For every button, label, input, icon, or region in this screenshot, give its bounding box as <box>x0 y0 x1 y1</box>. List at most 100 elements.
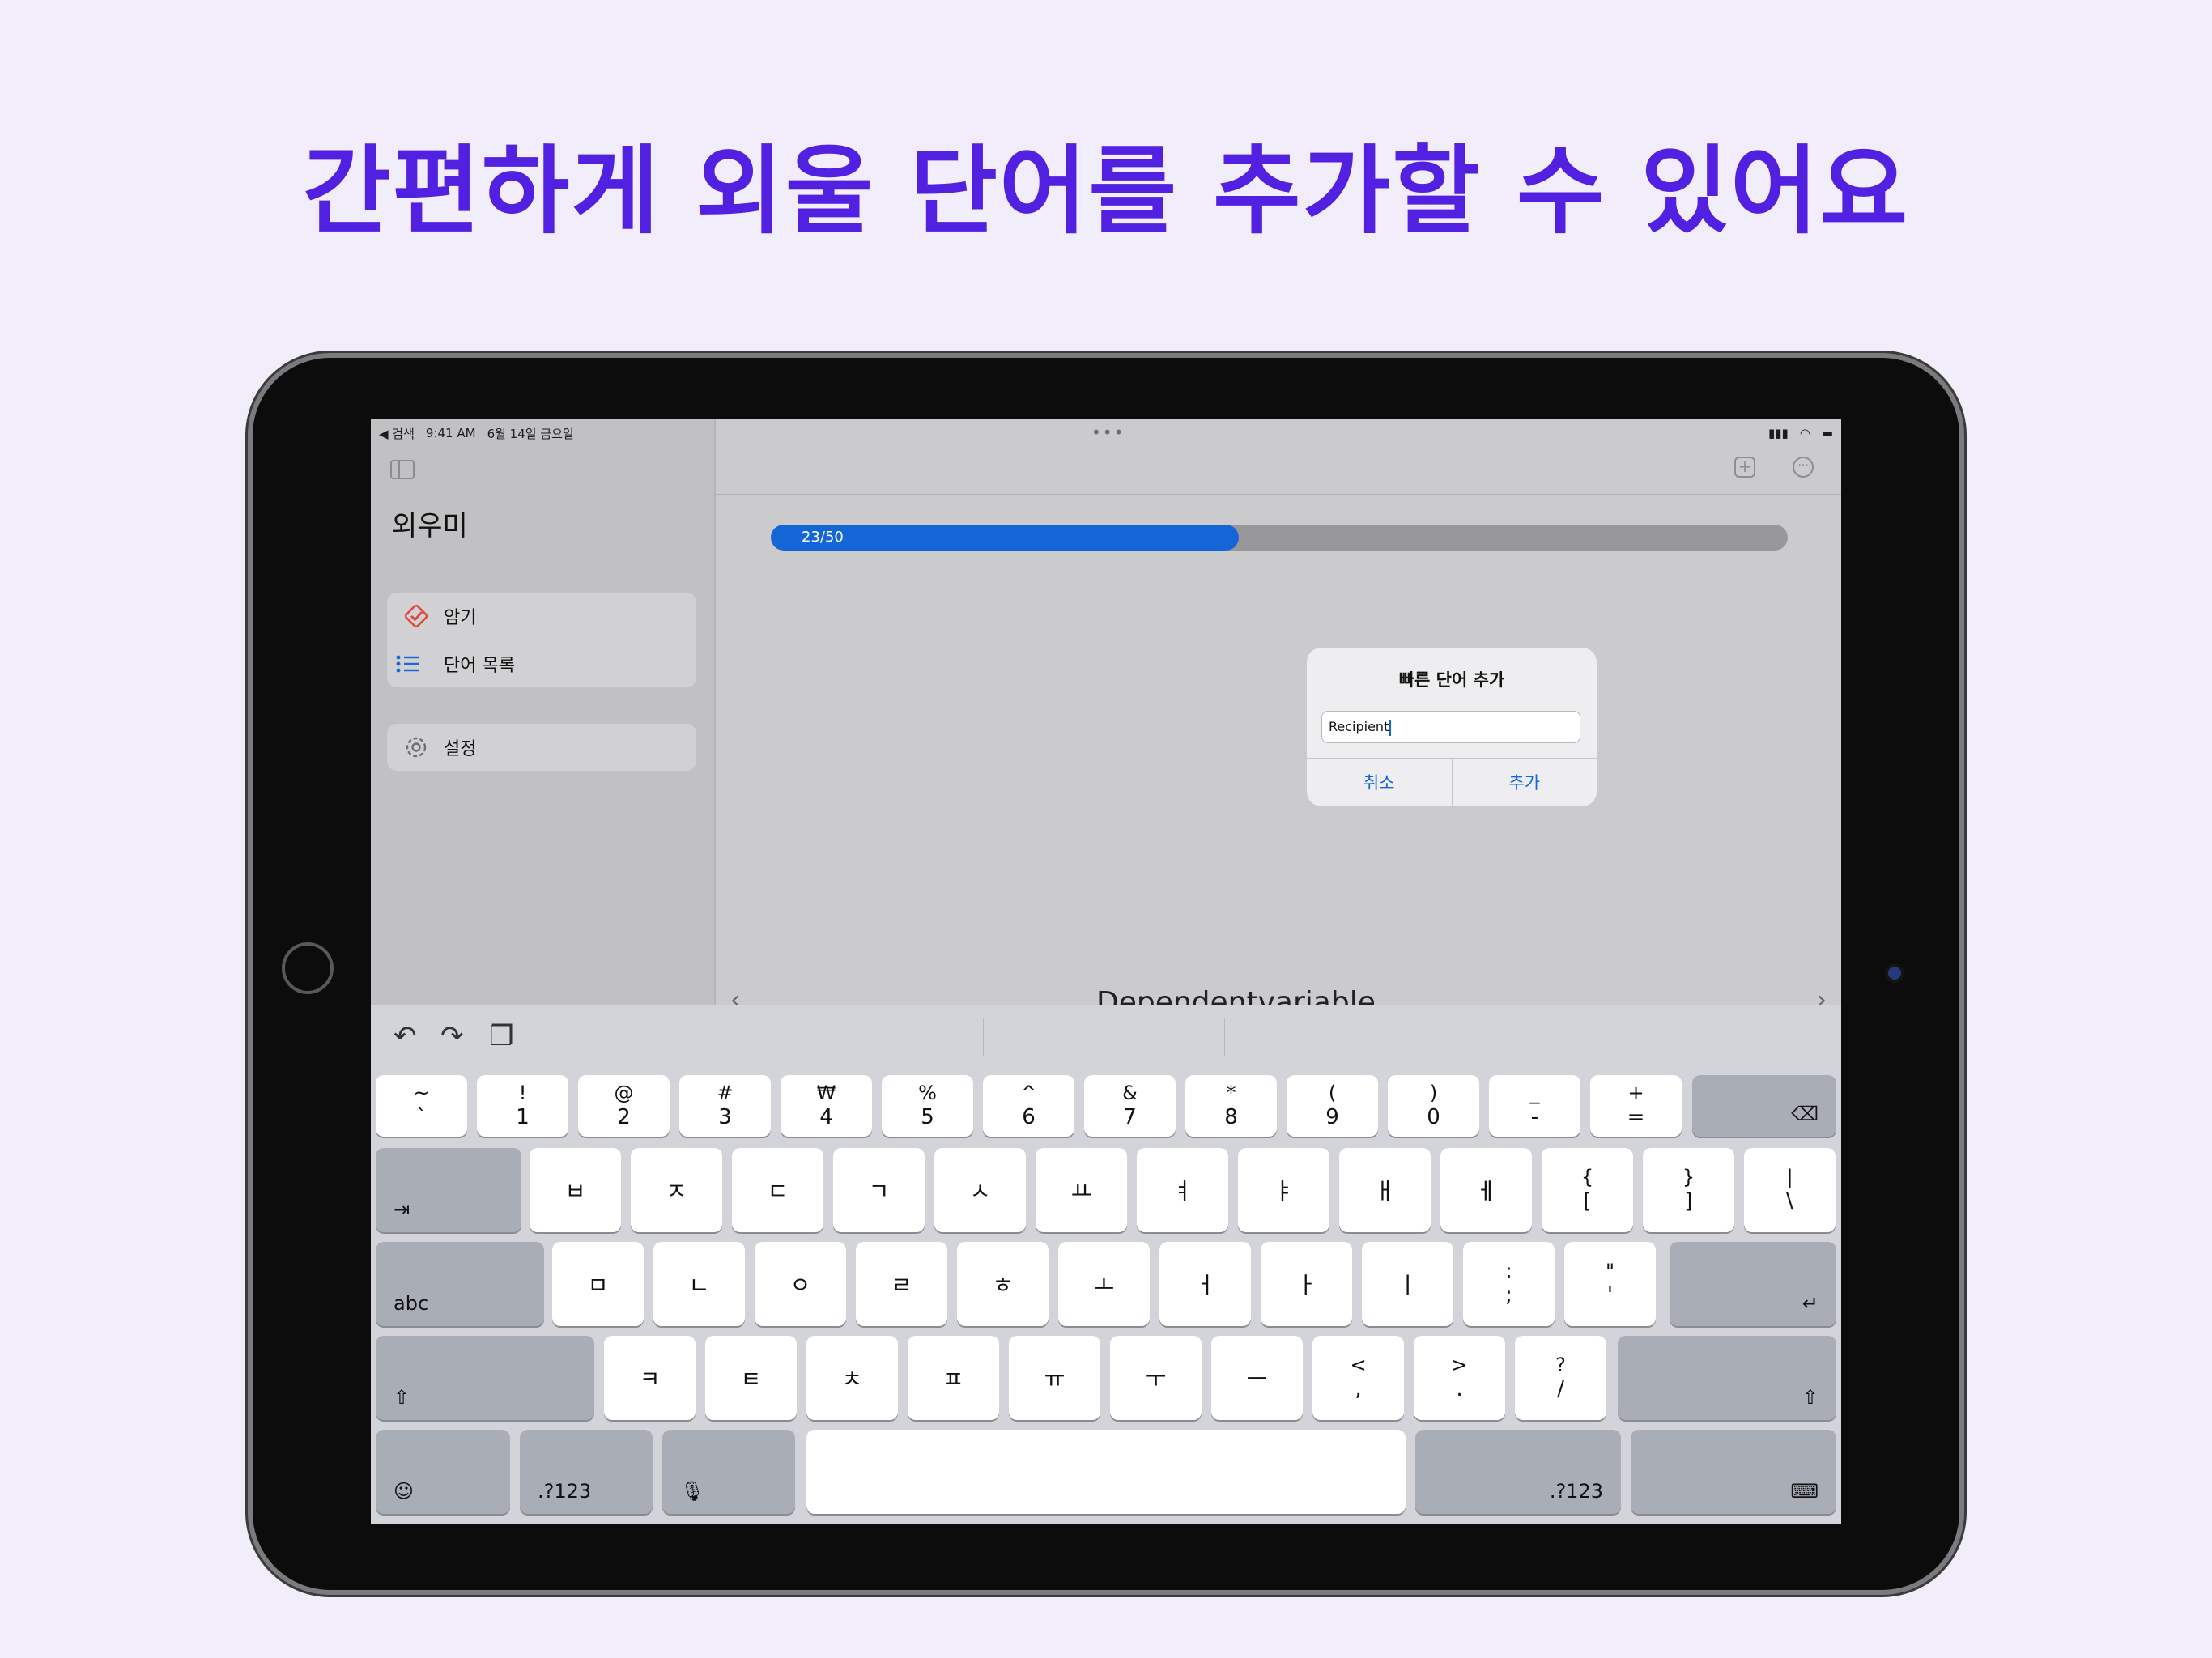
back-to-app-link[interactable]: ◀ 검색 <box>379 425 415 442</box>
key[interactable]: ㅏ <box>1261 1242 1352 1326</box>
key[interactable]: ㅅ <box>934 1148 1026 1232</box>
key[interactable]: * 8 <box>1185 1075 1277 1137</box>
key[interactable]: ㅌ <box>705 1336 797 1420</box>
key[interactable]: ㅗ <box>1058 1242 1150 1326</box>
suggestion-divider <box>1224 1018 1225 1056</box>
sidebar-item-settings[interactable]: 설정 <box>387 724 696 771</box>
sidebar-item-memorize[interactable]: 암기 <box>387 593 696 640</box>
multitasking-dots[interactable]: ••• <box>1091 423 1125 442</box>
key-label: ㅜ <box>1145 1366 1167 1392</box>
key-label: ㅠ <box>1044 1366 1066 1392</box>
tab-key[interactable]: ⇥ <box>376 1148 521 1232</box>
key[interactable]: ㅂ <box>530 1148 621 1232</box>
key[interactable]: ₩4 <box>781 1075 872 1137</box>
key-shift-char: } <box>1682 1166 1695 1188</box>
key[interactable]: ㄷ <box>732 1148 823 1232</box>
signal-icon: ▮▮▮ <box>1767 426 1789 440</box>
sidebar-item-word-list[interactable]: 단어 목록 <box>396 640 696 687</box>
key-label: ㅓ <box>1194 1272 1216 1299</box>
nav-divider <box>716 494 1841 495</box>
key[interactable]: ㅡ <box>1211 1336 1303 1420</box>
numbers-key-right[interactable]: .?123 <box>1415 1430 1621 1514</box>
key[interactable]: ㅛ <box>1036 1148 1127 1232</box>
shift-icon: ⇧ <box>393 1386 410 1409</box>
paste-icon[interactable]: ❐ <box>489 1020 513 1052</box>
key-label: ㅣ <box>1397 1272 1419 1299</box>
key[interactable]: @2 <box>578 1075 670 1137</box>
key[interactable]: ㅕ <box>1137 1148 1228 1232</box>
key[interactable]: % 5 <box>882 1075 973 1137</box>
progress-fill: 23/50 <box>771 525 1239 551</box>
dialog-title: 빠른 단어 추가 <box>1398 670 1505 690</box>
key-label: ㅔ <box>1475 1178 1497 1205</box>
add-button[interactable]: 추가 <box>1451 759 1597 806</box>
add-icon[interactable]: + <box>1734 457 1755 478</box>
undo-icon[interactable]: ↶ <box>393 1020 417 1052</box>
key-char: \ <box>1786 1189 1793 1214</box>
key[interactable]: ㅔ <box>1440 1148 1532 1232</box>
key[interactable]: ) 0 <box>1388 1075 1479 1137</box>
key-shift-char: ? <box>1555 1354 1566 1376</box>
key-char: 8 <box>1224 1105 1238 1129</box>
key[interactable]: #3 <box>679 1075 771 1137</box>
key[interactable]: ㅁ <box>552 1242 644 1326</box>
key[interactable]: (9 <box>1287 1075 1378 1137</box>
key[interactable]: ㅍ <box>908 1336 999 1420</box>
key[interactable]: ㅠ <box>1009 1336 1100 1420</box>
numbers-key-left[interactable]: .?123 <box>520 1430 653 1514</box>
key[interactable]: >. <box>1414 1336 1505 1420</box>
redo-icon[interactable]: ↷ <box>440 1020 464 1052</box>
key[interactable]: }] <box>1643 1148 1734 1232</box>
key[interactable]: ㅓ <box>1159 1242 1251 1326</box>
sidebar-toggle-icon[interactable] <box>390 460 415 479</box>
key[interactable]: ㅋ <box>604 1336 696 1420</box>
keyboard-hide-icon: ⌨ <box>1790 1480 1819 1503</box>
key-shift-char: { <box>1580 1166 1594 1188</box>
sidebar-settings-group: 설정 <box>387 724 696 771</box>
key[interactable]: + = <box>1590 1075 1682 1137</box>
key[interactable]: " ' <box>1564 1242 1656 1326</box>
abc-key[interactable]: abc <box>376 1242 544 1326</box>
key[interactable]: <, <box>1312 1336 1404 1420</box>
key[interactable]: ! 1 <box>477 1075 568 1137</box>
more-icon[interactable]: ··· <box>1793 457 1814 478</box>
key[interactable]: ㅎ <box>957 1242 1049 1326</box>
space-bar[interactable] <box>806 1430 1406 1514</box>
key[interactable]: ㅜ <box>1110 1336 1202 1420</box>
key[interactable]: ~ ` <box>376 1075 467 1137</box>
emoji-key[interactable]: ☺ <box>376 1430 510 1514</box>
key[interactable]: ㅑ <box>1238 1148 1329 1232</box>
key[interactable]: :; <box>1463 1242 1555 1326</box>
key-shift-char: % <box>918 1082 937 1104</box>
cancel-button[interactable]: 취소 <box>1307 759 1452 806</box>
key[interactable]: ㄱ <box>833 1148 925 1232</box>
sidebar-item-label: 단어 목록 <box>444 656 515 676</box>
battery-icon: ▬ <box>1821 426 1833 440</box>
key[interactable]: ㅐ <box>1339 1148 1431 1232</box>
key-char: 6 <box>1022 1105 1036 1129</box>
shift-key-right[interactable]: ⇧ <box>1618 1336 1836 1420</box>
hide-keyboard-key[interactable]: ⌨ <box>1631 1430 1836 1514</box>
dictation-key[interactable]: 🎙 <box>662 1430 795 1514</box>
home-button[interactable] <box>282 942 334 994</box>
status-time: 9:41 AM <box>425 426 476 440</box>
delete-key[interactable]: ⌫ <box>1692 1075 1836 1137</box>
key[interactable]: & 7 <box>1084 1075 1176 1137</box>
shift-key-left[interactable]: ⇧ <box>376 1336 594 1420</box>
key[interactable]: {[ <box>1542 1148 1633 1232</box>
key[interactable]: ㅣ <box>1362 1242 1453 1326</box>
word-input[interactable]: Recipient <box>1321 711 1580 743</box>
key-label: abc <box>393 1292 429 1315</box>
quick-add-dialog: 빠른 단어 추가 Recipient 취소 추가 <box>1307 648 1597 806</box>
key-shift-char: " <box>1605 1260 1615 1282</box>
key[interactable]: ㄹ <box>856 1242 947 1326</box>
key[interactable]: ^ 6 <box>983 1075 1074 1137</box>
key[interactable]: ㅊ <box>806 1336 898 1420</box>
return-key[interactable]: ↵ <box>1670 1242 1836 1326</box>
key[interactable]: ? / <box>1515 1336 1606 1420</box>
key[interactable]: | \ <box>1744 1148 1836 1232</box>
key[interactable]: ㅇ <box>755 1242 846 1326</box>
key[interactable]: ㄴ <box>653 1242 745 1326</box>
key[interactable]: ㅈ <box>631 1148 722 1232</box>
key[interactable]: _ - <box>1489 1075 1580 1137</box>
